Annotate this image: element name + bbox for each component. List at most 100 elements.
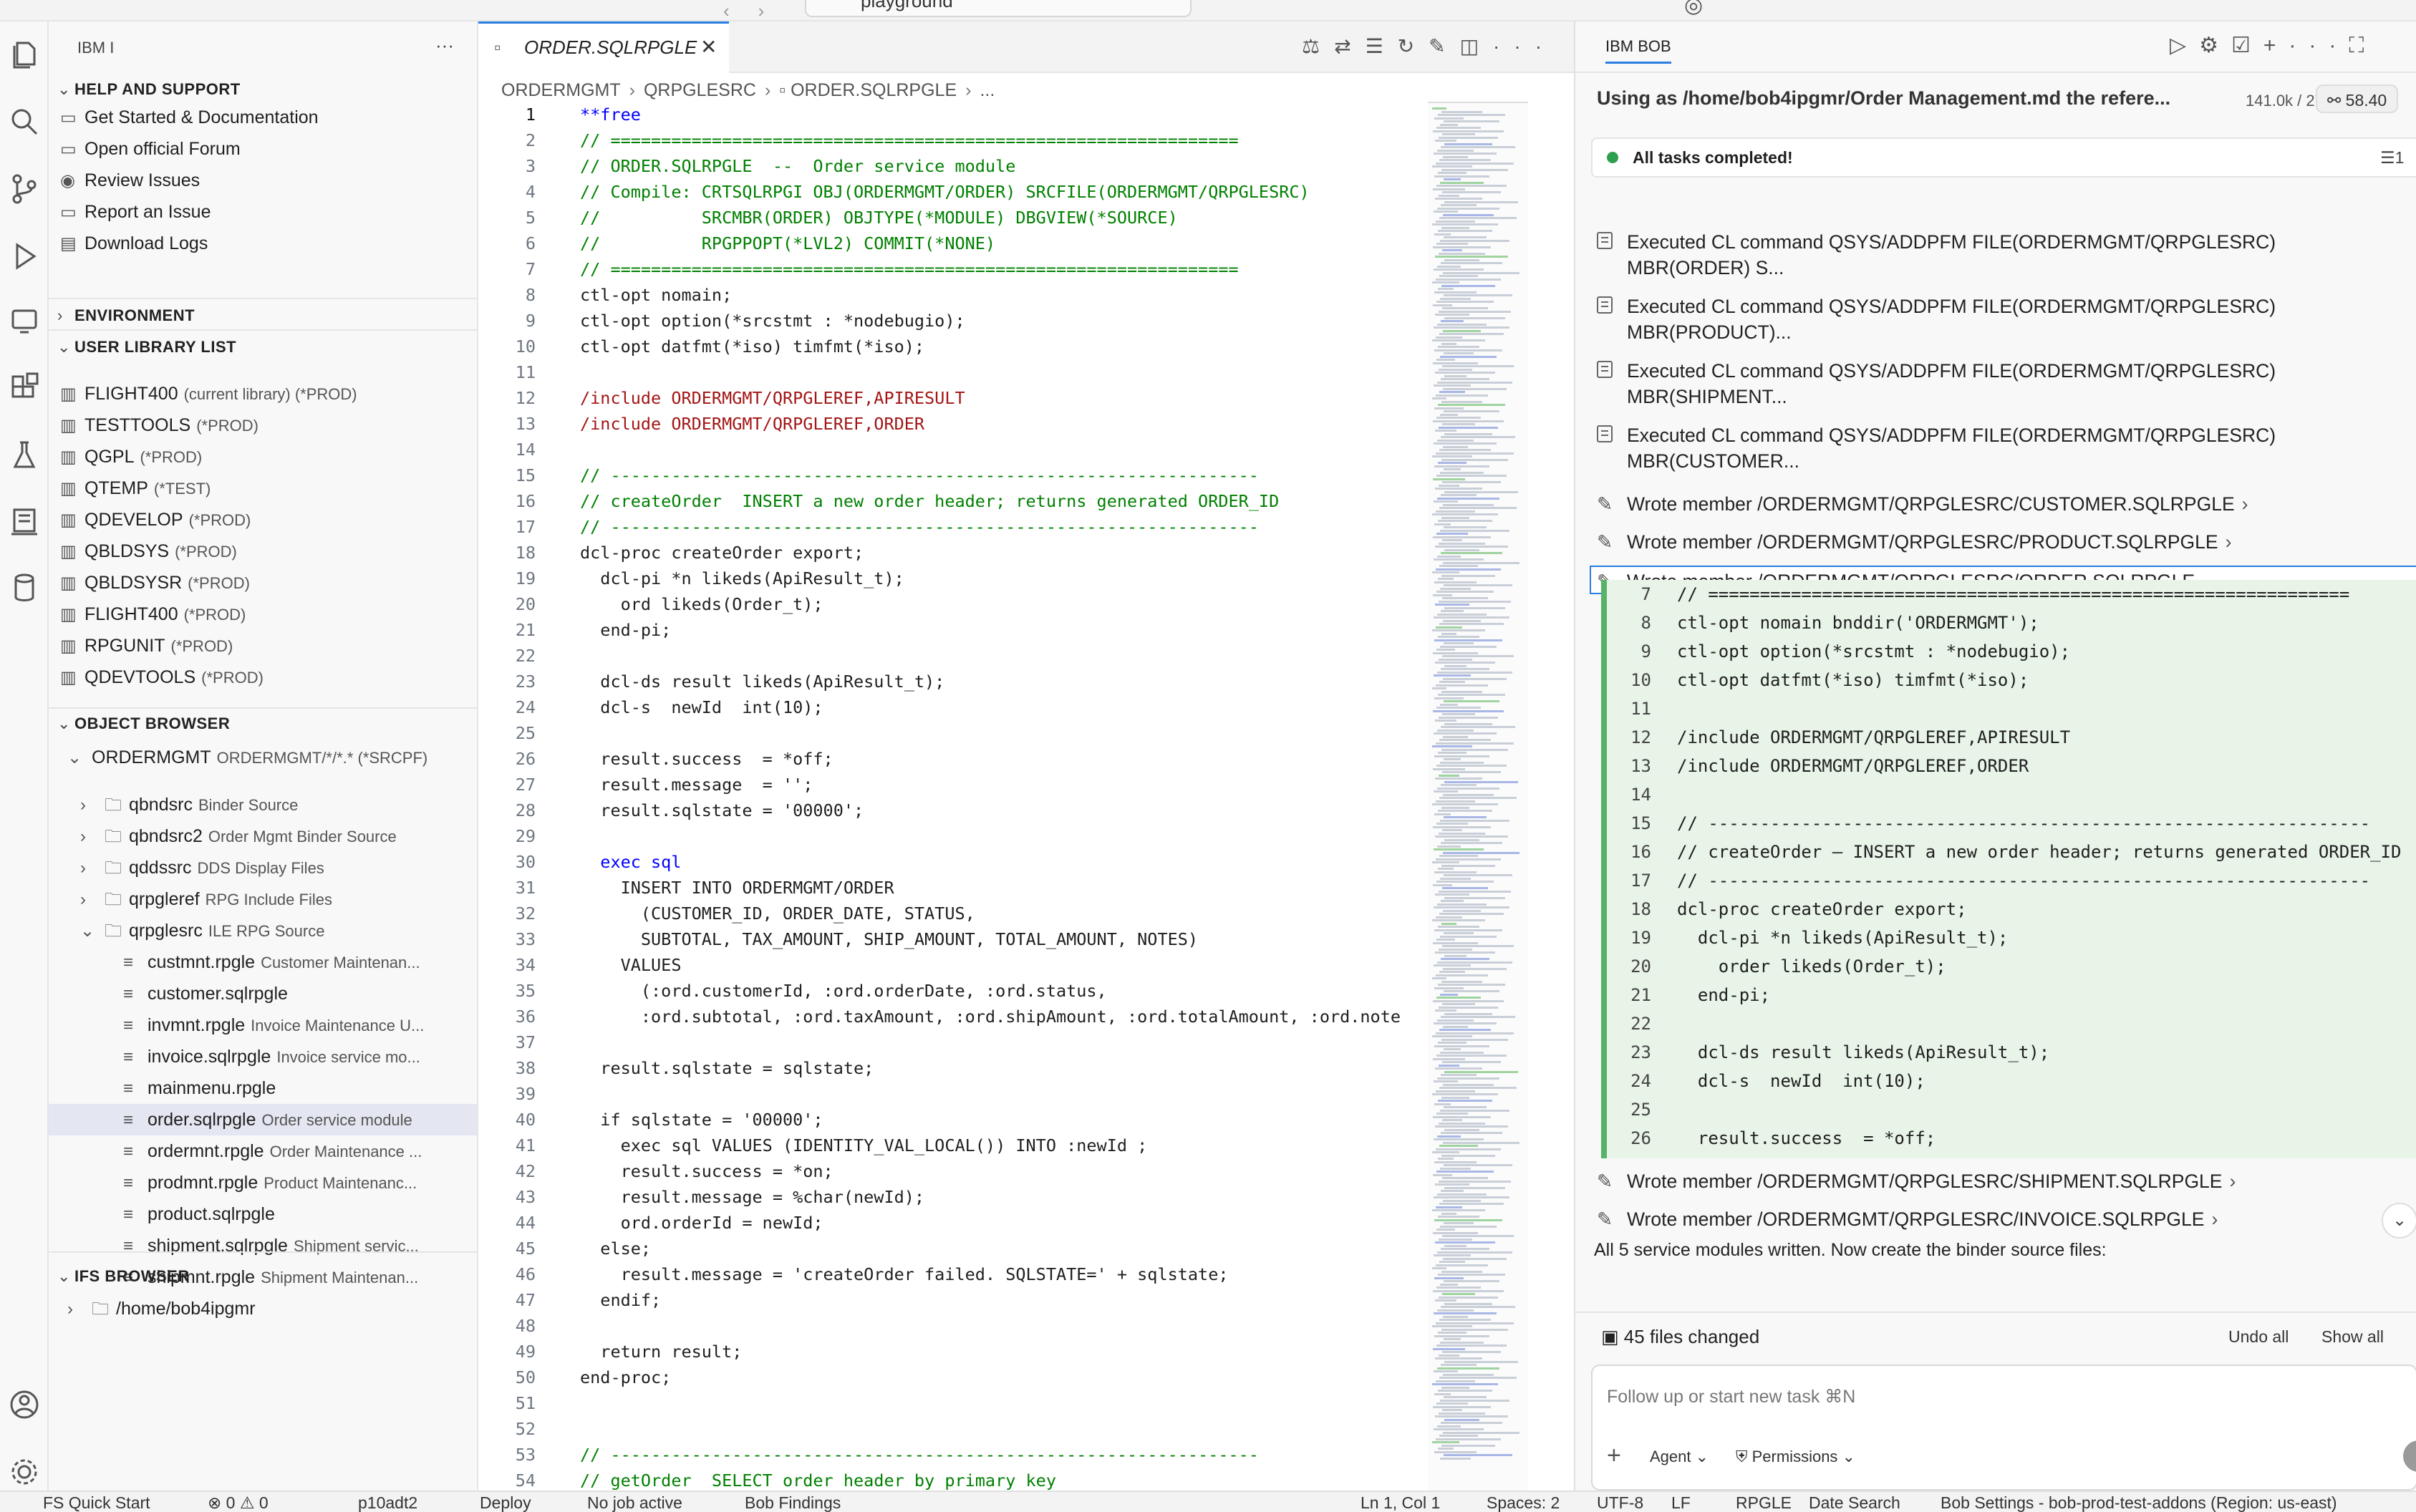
member-item[interactable]: ≡ ordermnt.rpgle Order Maintenance ...: [123, 1135, 422, 1167]
agent-mode-select[interactable]: Agent ⌄: [1650, 1448, 1709, 1466]
scroll-down-button[interactable]: ⌄: [2382, 1203, 2416, 1239]
minimap-line: [1439, 1319, 1491, 1321]
library-item[interactable]: ▥ RPGUNIT (*PROD): [60, 630, 233, 662]
send-button[interactable]: ↑: [2403, 1440, 2416, 1472]
member-item[interactable]: ≡ customer.sqlrpgle: [123, 978, 288, 1009]
help-item-get-started[interactable]: ▭ Get Started & Documentation: [60, 102, 319, 133]
undo-all-button[interactable]: Undo all: [2228, 1327, 2289, 1347]
status-item[interactable]: UTF-8: [1597, 1493, 1643, 1512]
status-item[interactable]: Deploy: [480, 1493, 531, 1512]
status-item[interactable]: No job active: [587, 1493, 682, 1512]
executed-command-item[interactable]: Executed CL command QSYS/ADDPFM FILE(ORD…: [1597, 294, 2384, 345]
minimap-line: [1434, 1218, 1502, 1221]
executed-command-item[interactable]: Executed CL command QSYS/ADDPFM FILE(ORD…: [1597, 422, 2384, 474]
member-item[interactable]: ≡ custmnt.rpgle Customer Maintenan...: [123, 946, 420, 978]
bob-panel-title[interactable]: IBM BOB: [1605, 37, 1671, 64]
wrote-member-item[interactable]: ✎ Wrote member /ORDERMGMT/QRPGLESRC/INVOI…: [1597, 1205, 2399, 1234]
status-item[interactable]: RPGLE: [1736, 1493, 1792, 1512]
library-item[interactable]: ▥ FLIGHT400 (*PROD): [60, 598, 246, 630]
source-file-item[interactable]: › 🗀 qbndsrc Binder Source: [80, 789, 298, 820]
library-item[interactable]: ▥ QDEVTOOLS (*PROD): [60, 662, 264, 693]
close-icon[interactable]: ✕: [700, 24, 717, 71]
library-item[interactable]: ▥ QGPL (*PROD): [60, 441, 202, 472]
status-item[interactable]: p10adt2: [358, 1493, 417, 1512]
status-item[interactable]: Ln 1, Col 1: [1361, 1493, 1440, 1512]
settings-gear-icon[interactable]: [4, 1452, 44, 1492]
object-browser-root[interactable]: ⌄ ORDERMGMT ORDERMGMT/*/*.* (*SRCPF): [67, 742, 427, 773]
tab-order-sqlrpgle[interactable]: ▫ ORDER.SQLRPGLE ✕: [478, 21, 729, 73]
library-item[interactable]: ▥ QBLDSYSR (*PROD): [60, 567, 250, 598]
search-icon[interactable]: [4, 102, 44, 142]
chat-input[interactable]: Follow up or start new task ⌘N + Agent ⌄…: [1591, 1365, 2416, 1491]
database-icon[interactable]: [4, 568, 44, 609]
library-desc: (*PROD): [196, 417, 258, 435]
remote-icon[interactable]: [4, 301, 44, 341]
library-item[interactable]: ▥ QTEMP (*TEST): [60, 472, 211, 504]
code-editor[interactable]: 1 **free 2 // =============================…: [478, 102, 1416, 1491]
task-title[interactable]: Using as /home/bob4ipgmr/Order Managemen…: [1597, 87, 2234, 110]
help-section-header[interactable]: ⌄ HELP AND SUPPORT: [57, 80, 241, 99]
help-item-review-issues[interactable]: ◉ Review Issues: [60, 165, 200, 196]
library-item[interactable]: ▥ QBLDSYS (*PROD): [60, 536, 237, 567]
task-status[interactable]: All tasks completed! ☰1: [1591, 137, 2416, 178]
copilot-icon[interactable]: ◎: [1684, 0, 1703, 18]
minimap-line: [1436, 1380, 1475, 1382]
status-item[interactable]: LF: [1671, 1493, 1691, 1512]
status-item[interactable]: Date Search: [1809, 1493, 1900, 1512]
library-list-section-header[interactable]: ⌄ USER LIBRARY LIST: [57, 338, 236, 357]
run-debug-icon[interactable]: [4, 236, 44, 276]
environment-section-header[interactable]: › ENVIRONMENT: [57, 306, 195, 325]
ifs-home-item[interactable]: › 🗀/home/bob4ipgmr: [67, 1293, 256, 1324]
executed-command-item[interactable]: Executed CL command QSYS/ADDPFM FILE(ORD…: [1597, 229, 2384, 281]
member-item[interactable]: ≡ prodmnt.rpgle Product Maintenanc...: [123, 1167, 417, 1198]
source-file-item[interactable]: › 🗀 qbndsrc2 Order Mgmt Binder Source: [80, 820, 397, 852]
object-browser-section-header[interactable]: ⌄ OBJECT BROWSER: [57, 714, 230, 733]
show-all-button[interactable]: Show all: [2321, 1327, 2384, 1347]
folder-icon: 🗀: [92, 1299, 109, 1319]
source-file-item[interactable]: › 🗀 qddssrc DDS Display Files: [80, 852, 324, 883]
wrote-member-item[interactable]: ✎ Wrote member /ORDERMGMT/QRPGLESRC/PRODU…: [1597, 528, 2399, 556]
command-center[interactable]: playground: [805, 0, 1192, 17]
explorer-icon[interactable]: [4, 34, 44, 74]
source-file-item[interactable]: › 🗀 qrpgleref RPG Include Files: [80, 883, 332, 915]
add-context-button[interactable]: +: [1607, 1442, 1621, 1470]
library-item[interactable]: ▥ FLIGHT400 (current library) (*PROD): [60, 378, 357, 410]
help-item-forum[interactable]: ▭ Open official Forum: [60, 133, 241, 165]
diff-view[interactable]: 7 // ====================================…: [1601, 580, 2416, 1158]
source-control-icon[interactable]: [4, 169, 44, 209]
member-item[interactable]: ≡ invoice.sqlrpgle Invoice service mo...: [123, 1041, 420, 1072]
help-item-report-issue[interactable]: ▭ Report an Issue: [60, 196, 211, 228]
executed-command-item[interactable]: Executed CL command QSYS/ADDPFM FILE(ORD…: [1597, 358, 2384, 410]
wrote-member-item[interactable]: ✎ Wrote member /ORDERMGMT/QRPGLESRC/SHIPM…: [1597, 1167, 2399, 1196]
permissions-select[interactable]: ⛨ Permissions ⌄: [1736, 1448, 1855, 1466]
status-item[interactable]: Bob Findings: [745, 1493, 841, 1512]
testing-icon[interactable]: [4, 435, 44, 475]
editor-actions[interactable]: ⚖⇄☰↻✎◫···: [1302, 34, 1556, 58]
member-item[interactable]: ≡ mainmenu.rpgle: [123, 1072, 276, 1104]
source-file-item[interactable]: ⌄ 🗀 qrpglesrc ILE RPG Source: [80, 915, 324, 946]
member-item[interactable]: ≡ product.sqlrpgle: [123, 1198, 275, 1230]
account-icon[interactable]: [4, 1385, 44, 1425]
bob-header-actions[interactable]: ▷⚙☑+···⛶: [2170, 33, 2377, 58]
library-item[interactable]: ▥ QDEVELOP (*PROD): [60, 504, 251, 536]
breadcrumb[interactable]: ORDERMGMT › QRPGLESRC › ▫ ORDER.SQLRPGLE ›...: [501, 76, 995, 105]
help-item-download-logs[interactable]: ▤ Download Logs: [60, 228, 208, 259]
wrote-member-text: Wrote member /ORDERMGMT/QRPGLESRC/INVOIC…: [1627, 1208, 2205, 1230]
more-icon[interactable]: ···: [435, 34, 454, 57]
status-item[interactable]: Spaces: 2: [1487, 1493, 1560, 1512]
member-item[interactable]: ≡ invmnt.rpgle Invoice Maintenance U...: [123, 1009, 424, 1041]
member-item[interactable]: ≡ shipment.sqlrpgle Shipment servic...: [123, 1230, 419, 1261]
minimap[interactable]: [1428, 102, 1528, 1491]
minimap-line: [1443, 1083, 1494, 1086]
status-item[interactable]: FS Quick Start: [43, 1493, 150, 1512]
ifs-browser-section-header[interactable]: ⌄ IFS BROWSER: [57, 1267, 190, 1286]
ibmi-icon[interactable]: [4, 501, 44, 541]
member-item[interactable]: ≡ order.sqlrpgle Order service module: [49, 1104, 477, 1135]
nav-arrows[interactable]: ‹›: [723, 0, 793, 22]
library-item[interactable]: ▥ TESTTOOLS (*PROD): [60, 410, 258, 441]
status-item[interactable]: Bob Settings - bob-prod-test-addons (Reg…: [1941, 1493, 2337, 1512]
wrote-member-item[interactable]: ✎ Wrote member /ORDERMGMT/QRPGLESRC/CUSTO…: [1597, 490, 2399, 518]
files-changed-label[interactable]: ▣ 45 files changed: [1601, 1326, 1759, 1348]
status-item[interactable]: ⊗ 0 ⚠ 0: [208, 1493, 269, 1512]
extensions-icon[interactable]: [4, 368, 44, 408]
